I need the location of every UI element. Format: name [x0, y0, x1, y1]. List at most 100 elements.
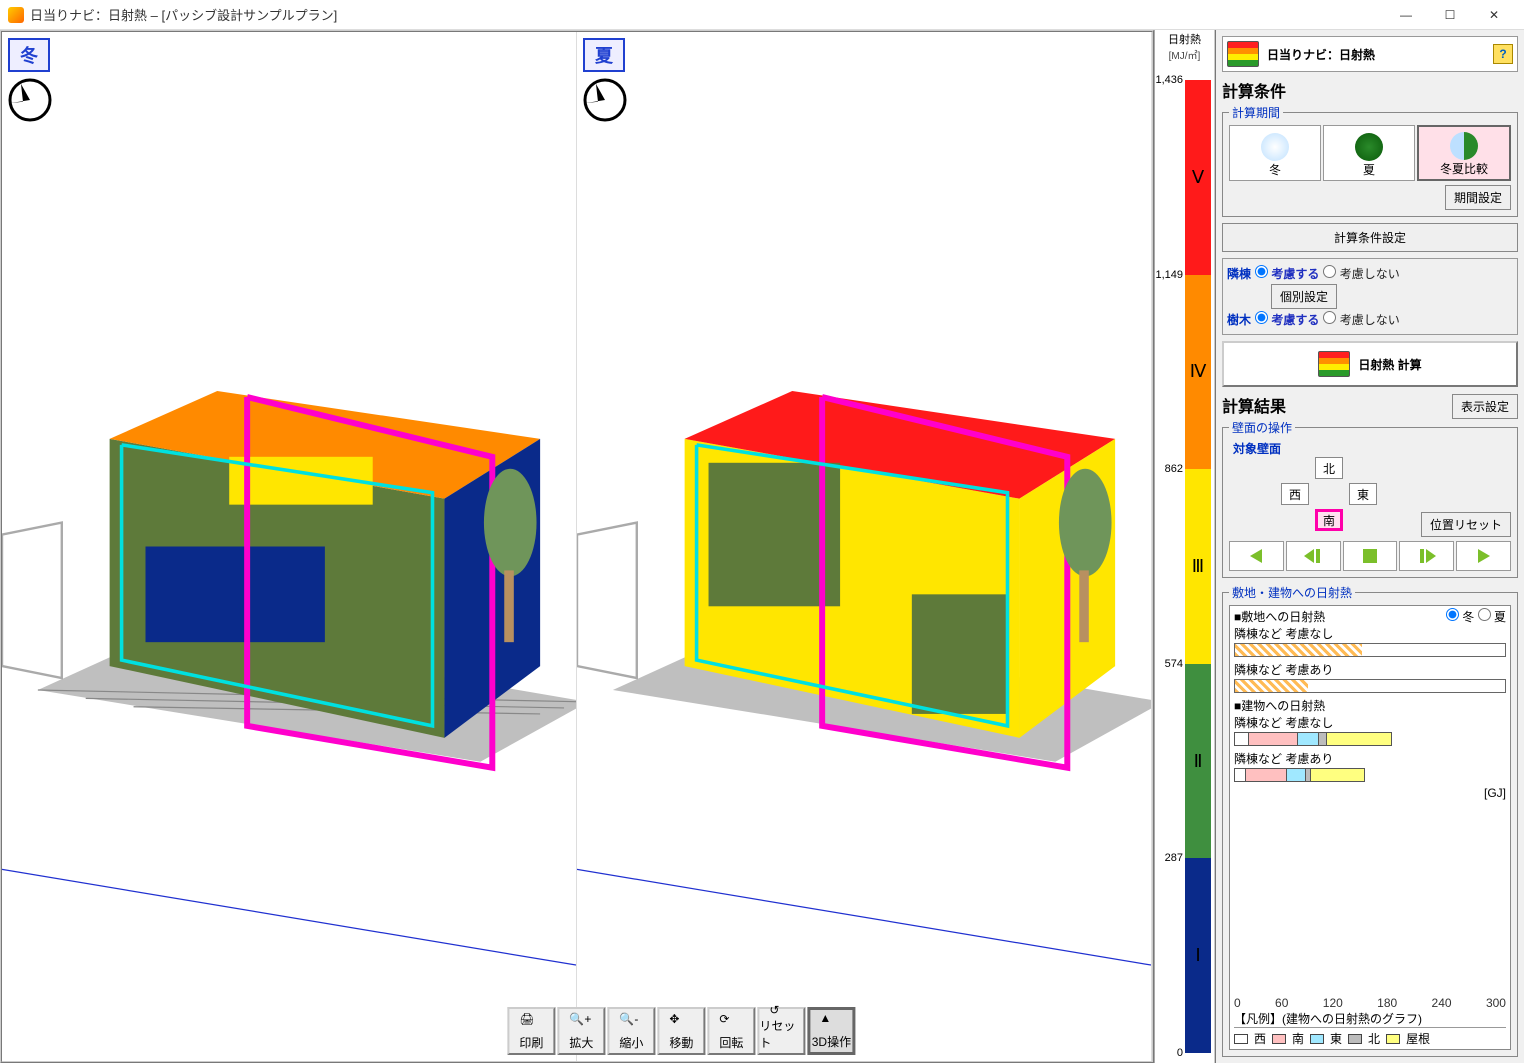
chart-axis: 060120180240300	[1234, 996, 1506, 1010]
result-title: 計算結果	[1222, 393, 1286, 417]
scale-seg: Ⅰ	[1185, 858, 1211, 1053]
season-winter-radio[interactable]: 冬	[1446, 610, 1474, 624]
3d-op-button[interactable]: ▲3D操作	[807, 1007, 855, 1055]
calc-conditions-title: 計算条件	[1222, 78, 1518, 102]
adjacent-yes-radio[interactable]: 考慮する	[1255, 265, 1319, 282]
forward-button[interactable]	[1456, 541, 1511, 571]
side-panel: 日当りナビ：日射熱 ? 計算条件 計算期間 冬 夏 冬夏比較 期間設定 計算条件…	[1214, 30, 1524, 1063]
rotate-icon: ⟳	[719, 1012, 743, 1034]
view-winter[interactable]: 冬	[2, 32, 577, 1061]
zoom-in-button[interactable]: 🔍+拡大	[557, 1007, 605, 1055]
scale-tick: 287	[1165, 852, 1183, 864]
view-tag-summer: 夏	[583, 38, 625, 72]
print-button[interactable]: 🖨印刷	[507, 1007, 555, 1055]
season-summer-radio[interactable]: 夏	[1478, 610, 1506, 624]
3d-icon: ▲	[819, 1011, 843, 1033]
period-group: 計算期間 冬 夏 冬夏比較 期間設定	[1222, 104, 1518, 217]
chart-box: ■敷地への日射熱 冬 夏 隣棟など 考慮なし 隣棟など 考慮あり ■建物への日射…	[1229, 605, 1511, 1050]
app-icon	[8, 7, 24, 23]
scale-seg: Ⅱ	[1185, 664, 1211, 859]
scale-seg: Ⅳ	[1185, 275, 1211, 470]
panel-header: 日当りナビ：日射熱 ?	[1222, 36, 1518, 72]
adjacent-label: 隣棟	[1227, 265, 1251, 282]
view-tag-winter: 冬	[8, 38, 50, 72]
dir-south[interactable]: 南	[1315, 509, 1343, 531]
adjacent-individual-button[interactable]: 個別設定	[1271, 284, 1337, 309]
bar-bld-no	[1234, 732, 1506, 746]
graph-legend: 敷地・建物への日射熱	[1229, 584, 1355, 601]
3d-viewport[interactable]: 冬	[0, 30, 1154, 1063]
view-summer[interactable]: 夏	[577, 32, 1152, 1061]
scale-tick: 0	[1177, 1047, 1183, 1059]
graph-group: 敷地・建物への日射熱 ■敷地への日射熱 冬 夏 隣棟など 考慮なし 隣棟など 考…	[1222, 584, 1518, 1057]
chart-bld-title: ■建物への日射熱	[1234, 697, 1506, 714]
dir-east[interactable]: 東	[1349, 483, 1377, 505]
scale-seg: Ⅲ	[1185, 469, 1211, 664]
3d-toolbar: 🖨印刷 🔍+拡大 🔍-縮小 ✥移動 ⟳回転 ↺リセット ▲3D操作	[507, 1007, 855, 1055]
zoom-out-button[interactable]: 🔍-縮小	[607, 1007, 655, 1055]
scale-tick: 574	[1165, 658, 1183, 670]
zoom-in-icon: 🔍+	[569, 1012, 593, 1034]
bar-site-yes	[1234, 679, 1506, 693]
scale-tick: 1,436	[1155, 74, 1183, 86]
zoom-out-icon: 🔍-	[619, 1012, 643, 1034]
chart-label: 隣棟など 考慮あり	[1234, 750, 1506, 767]
calculate-button[interactable]: 日射熱 計算	[1222, 341, 1518, 387]
pan-button[interactable]: ✥移動	[657, 1007, 705, 1055]
dir-north[interactable]: 北	[1315, 457, 1343, 479]
cube-icon	[1318, 351, 1350, 377]
chart-label: 隣棟など 考慮なし	[1234, 625, 1506, 642]
compass-icon	[8, 78, 52, 122]
panel-title: 日当りナビ：日射熱	[1267, 46, 1375, 63]
color-scale: 日射熱 [MJ/㎡] ⅤⅣⅢⅡⅠ 1,436 1,149 862 574 287 0	[1154, 30, 1214, 1063]
chart-label: 隣棟など 考慮なし	[1234, 714, 1506, 731]
trees-no-radio[interactable]: 考慮しない	[1323, 311, 1399, 328]
rotate-button[interactable]: ⟳回転	[707, 1007, 755, 1055]
step-fwd-button[interactable]	[1399, 541, 1454, 571]
dir-west[interactable]: 西	[1281, 483, 1309, 505]
maximize-button[interactable]: ☐	[1428, 1, 1472, 29]
period-setting-button[interactable]: 期間設定	[1445, 185, 1511, 210]
rewind-button[interactable]	[1229, 541, 1284, 571]
reset-icon: ↺	[769, 1003, 793, 1017]
display-setting-button[interactable]: 表示設定	[1452, 394, 1518, 419]
consideration-box: 隣棟 考慮する 考慮しない 個別設定 樹木 考慮する 考慮しない	[1222, 258, 1518, 335]
period-winter-button[interactable]: 冬	[1229, 125, 1321, 181]
wall-target-label: 対象壁面	[1233, 440, 1511, 457]
compare-icon	[1450, 132, 1478, 160]
model-summer	[577, 32, 1151, 1061]
trees-label: 樹木	[1227, 311, 1251, 328]
scale-unit: [MJ/㎡]	[1155, 47, 1214, 62]
wall-op-group: 壁面の操作 対象壁面 北 南 東 西 位置リセット	[1222, 419, 1518, 578]
stop-button[interactable]	[1343, 541, 1398, 571]
calc-setting-button[interactable]: 計算条件設定	[1222, 223, 1518, 252]
minimize-button[interactable]: —	[1384, 1, 1428, 29]
scale-tick: 1,149	[1155, 269, 1183, 281]
close-button[interactable]: ✕	[1472, 1, 1516, 29]
scale-title: 日射熱	[1155, 30, 1214, 47]
scale-seg: Ⅴ	[1185, 80, 1211, 275]
trees-yes-radio[interactable]: 考慮する	[1255, 311, 1319, 328]
adjacent-no-radio[interactable]: 考慮しない	[1323, 265, 1399, 282]
pan-icon: ✥	[669, 1012, 693, 1034]
step-back-button[interactable]	[1286, 541, 1341, 571]
chart-unit: [GJ]	[1234, 786, 1506, 800]
scale-tick: 862	[1165, 463, 1183, 475]
cube-icon	[1227, 41, 1259, 67]
period-legend: 計算期間	[1229, 104, 1283, 121]
snowman-icon	[1261, 133, 1289, 161]
bar-bld-yes	[1234, 768, 1506, 782]
position-reset-button[interactable]: 位置リセット	[1421, 512, 1511, 537]
help-button[interactable]: ?	[1493, 44, 1513, 64]
period-compare-button[interactable]: 冬夏比較	[1417, 125, 1511, 181]
watermelon-icon	[1355, 133, 1383, 161]
wall-legend: 壁面の操作	[1229, 419, 1295, 436]
titlebar: 日当りナビ：日射熱 – [パッシブ設計サンプルプラン] — ☐ ✕	[0, 0, 1524, 30]
reset-button[interactable]: ↺リセット	[757, 1007, 805, 1055]
chart-legend: 西 南 東 北 屋根	[1234, 1027, 1506, 1047]
chart-label: 隣棟など 考慮あり	[1234, 661, 1506, 678]
window-title: 日当りナビ：日射熱 – [パッシブ設計サンプルプラン]	[30, 5, 1384, 24]
period-summer-button[interactable]: 夏	[1323, 125, 1415, 181]
direction-cross: 北 南 東 西	[1269, 457, 1389, 537]
chart-legend-title: 【凡例】(建物への日射熱のグラフ)	[1234, 1010, 1506, 1027]
